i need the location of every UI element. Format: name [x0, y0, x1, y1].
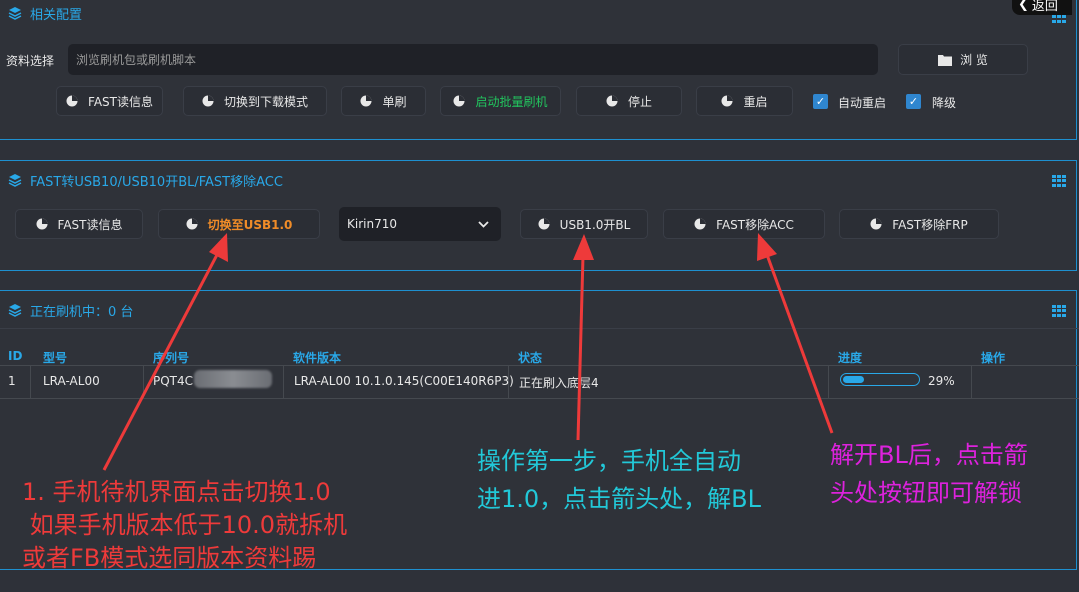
- switch-usb10-button[interactable]: 切换至USB1.0: [158, 209, 320, 239]
- annotation-magenta-line: 解开BL后，点击箭: [830, 441, 1028, 469]
- single-flash-button[interactable]: 单刷: [341, 86, 426, 116]
- grid-icon[interactable]: [1052, 305, 1066, 317]
- browse-label: 浏 览: [960, 53, 988, 67]
- chip-select-value: Kirin710: [347, 217, 397, 231]
- pie-icon: [870, 218, 882, 230]
- pie-icon: [538, 218, 550, 230]
- pie-icon: [202, 95, 214, 107]
- flashing-panel-title: 正在刷机中：0 台: [30, 304, 134, 320]
- fast-remove-frp-label: FAST移除FRP: [892, 217, 968, 232]
- auto-reboot-checkbox[interactable]: ✓: [813, 94, 828, 109]
- browse-button[interactable]: 浏 览: [898, 44, 1028, 75]
- annotation-magenta-line: 头处按钮即可解锁: [830, 479, 1022, 507]
- pie-icon: [186, 218, 198, 230]
- usb10-unlock-bl-label: USB1.0开BL: [559, 217, 631, 232]
- downgrade-checkbox[interactable]: ✓: [906, 94, 921, 109]
- batch-flash-label: 启动批量刷机: [475, 94, 548, 109]
- progress-fill: [843, 376, 865, 383]
- pie-icon: [721, 95, 733, 107]
- back-arrow-icon: ❮: [1018, 0, 1029, 12]
- row-id: 1: [8, 374, 16, 388]
- source-label: 资料选择: [6, 54, 55, 68]
- progress-bar: [840, 373, 920, 386]
- cell-divider: [30, 366, 31, 399]
- fast-read-button[interactable]: FAST读信息: [56, 86, 163, 116]
- back-label: 返回: [1031, 0, 1058, 14]
- chevron-down-icon: [478, 220, 489, 228]
- chip-select[interactable]: Kirin710: [339, 207, 501, 241]
- col-progress: 进度: [838, 351, 863, 365]
- col-model: 型号: [43, 351, 68, 365]
- fast-read-info-label: FAST读信息: [57, 217, 123, 232]
- col-version: 软件版本: [293, 351, 342, 365]
- switch-download-mode-button[interactable]: 切换到下载模式: [183, 86, 327, 116]
- switch-usb10-label: 切换至USB1.0: [207, 217, 293, 232]
- fast-remove-acc-button[interactable]: FAST移除ACC: [663, 209, 825, 239]
- pie-icon: [36, 218, 48, 230]
- serial-redaction: [194, 370, 272, 388]
- fast-remove-acc-label: FAST移除ACC: [716, 217, 794, 232]
- row-model: LRA-AL00: [43, 374, 100, 388]
- reboot-label: 重启: [743, 94, 768, 109]
- config-panel-header: 相关配置: [0, 0, 1076, 27]
- pie-icon: [606, 95, 618, 107]
- annotation-red-line: 或者FB模式选同版本资料踢: [22, 544, 317, 572]
- auto-reboot-label: 自动重启: [838, 96, 887, 110]
- annotation-red-line: 如果手机版本低于10.0就拆机: [22, 511, 348, 539]
- fast-read-label: FAST读信息: [88, 94, 153, 109]
- cell-divider: [143, 366, 144, 399]
- col-id: ID: [8, 349, 23, 363]
- folder-icon: [938, 54, 953, 66]
- layers-icon: [8, 304, 22, 317]
- cell-divider: [283, 366, 284, 399]
- table-header-divider: [0, 328, 1079, 329]
- usb10-unlock-bl-button[interactable]: USB1.0开BL: [520, 209, 648, 239]
- switch-download-mode-label: 切换到下载模式: [223, 94, 308, 109]
- annotation-cyan-line: 进1.0，点击箭头处，解BL: [477, 485, 762, 513]
- single-flash-label: 单刷: [382, 94, 407, 109]
- pie-icon: [694, 218, 706, 230]
- fast-read-info-button[interactable]: FAST读信息: [15, 209, 143, 239]
- stop-button[interactable]: 停止: [576, 86, 682, 116]
- stop-label: 停止: [627, 94, 652, 109]
- fast-panel-header: FAST转USB10/USB10开BL/FAST移除ACC: [0, 166, 1076, 194]
- pie-icon: [360, 95, 372, 107]
- annotation-red-line: 1. 手机待机界面点击切换1.0: [22, 478, 331, 506]
- col-status: 状态: [518, 351, 543, 365]
- source-input-placeholder: 浏览刷机包或刷机脚本: [76, 53, 197, 67]
- fast-panel-title: FAST转USB10/USB10开BL/FAST移除ACC: [30, 174, 283, 190]
- layers-icon: [8, 7, 22, 20]
- cell-divider: [971, 366, 972, 399]
- col-serial: 序列号: [153, 351, 190, 365]
- cell-divider: [828, 366, 829, 399]
- annotation-red: 1. 手机待机界面点击切换1.0 如果手机版本低于10.0就拆机 或者FB模式选…: [22, 476, 347, 575]
- grid-icon[interactable]: [1052, 175, 1066, 187]
- annotation-cyan-line: 操作第一步，手机全自动: [477, 447, 741, 475]
- annotation-magenta: 解开BL后，点击箭 头处按钮即可解锁: [830, 436, 1028, 512]
- row-serial: PQT4C: [153, 374, 194, 388]
- row-progress-text: 29%: [928, 374, 955, 388]
- annotation-cyan: 操作第一步，手机全自动 进1.0，点击箭头处，解BL: [477, 442, 761, 518]
- config-panel-title: 相关配置: [30, 7, 83, 23]
- layers-icon: [8, 174, 22, 187]
- pie-icon: [66, 95, 78, 107]
- batch-flash-button[interactable]: 启动批量刷机: [440, 86, 561, 116]
- fast-remove-frp-button[interactable]: FAST移除FRP: [839, 209, 999, 239]
- row-version: LRA-AL00 10.1.0.145(C00E140R6P3): [294, 374, 514, 388]
- col-action: 操作: [981, 351, 1006, 365]
- reboot-button[interactable]: 重启: [696, 86, 793, 116]
- row-status: 正在刷入底层4: [519, 376, 599, 390]
- downgrade-label: 降级: [932, 96, 957, 110]
- back-button[interactable]: ❮ 返回: [1012, 0, 1072, 15]
- flashing-panel-header: 正在刷机中：0 台: [0, 291, 1076, 329]
- pie-icon: [453, 95, 465, 107]
- source-input[interactable]: 浏览刷机包或刷机脚本: [68, 44, 878, 75]
